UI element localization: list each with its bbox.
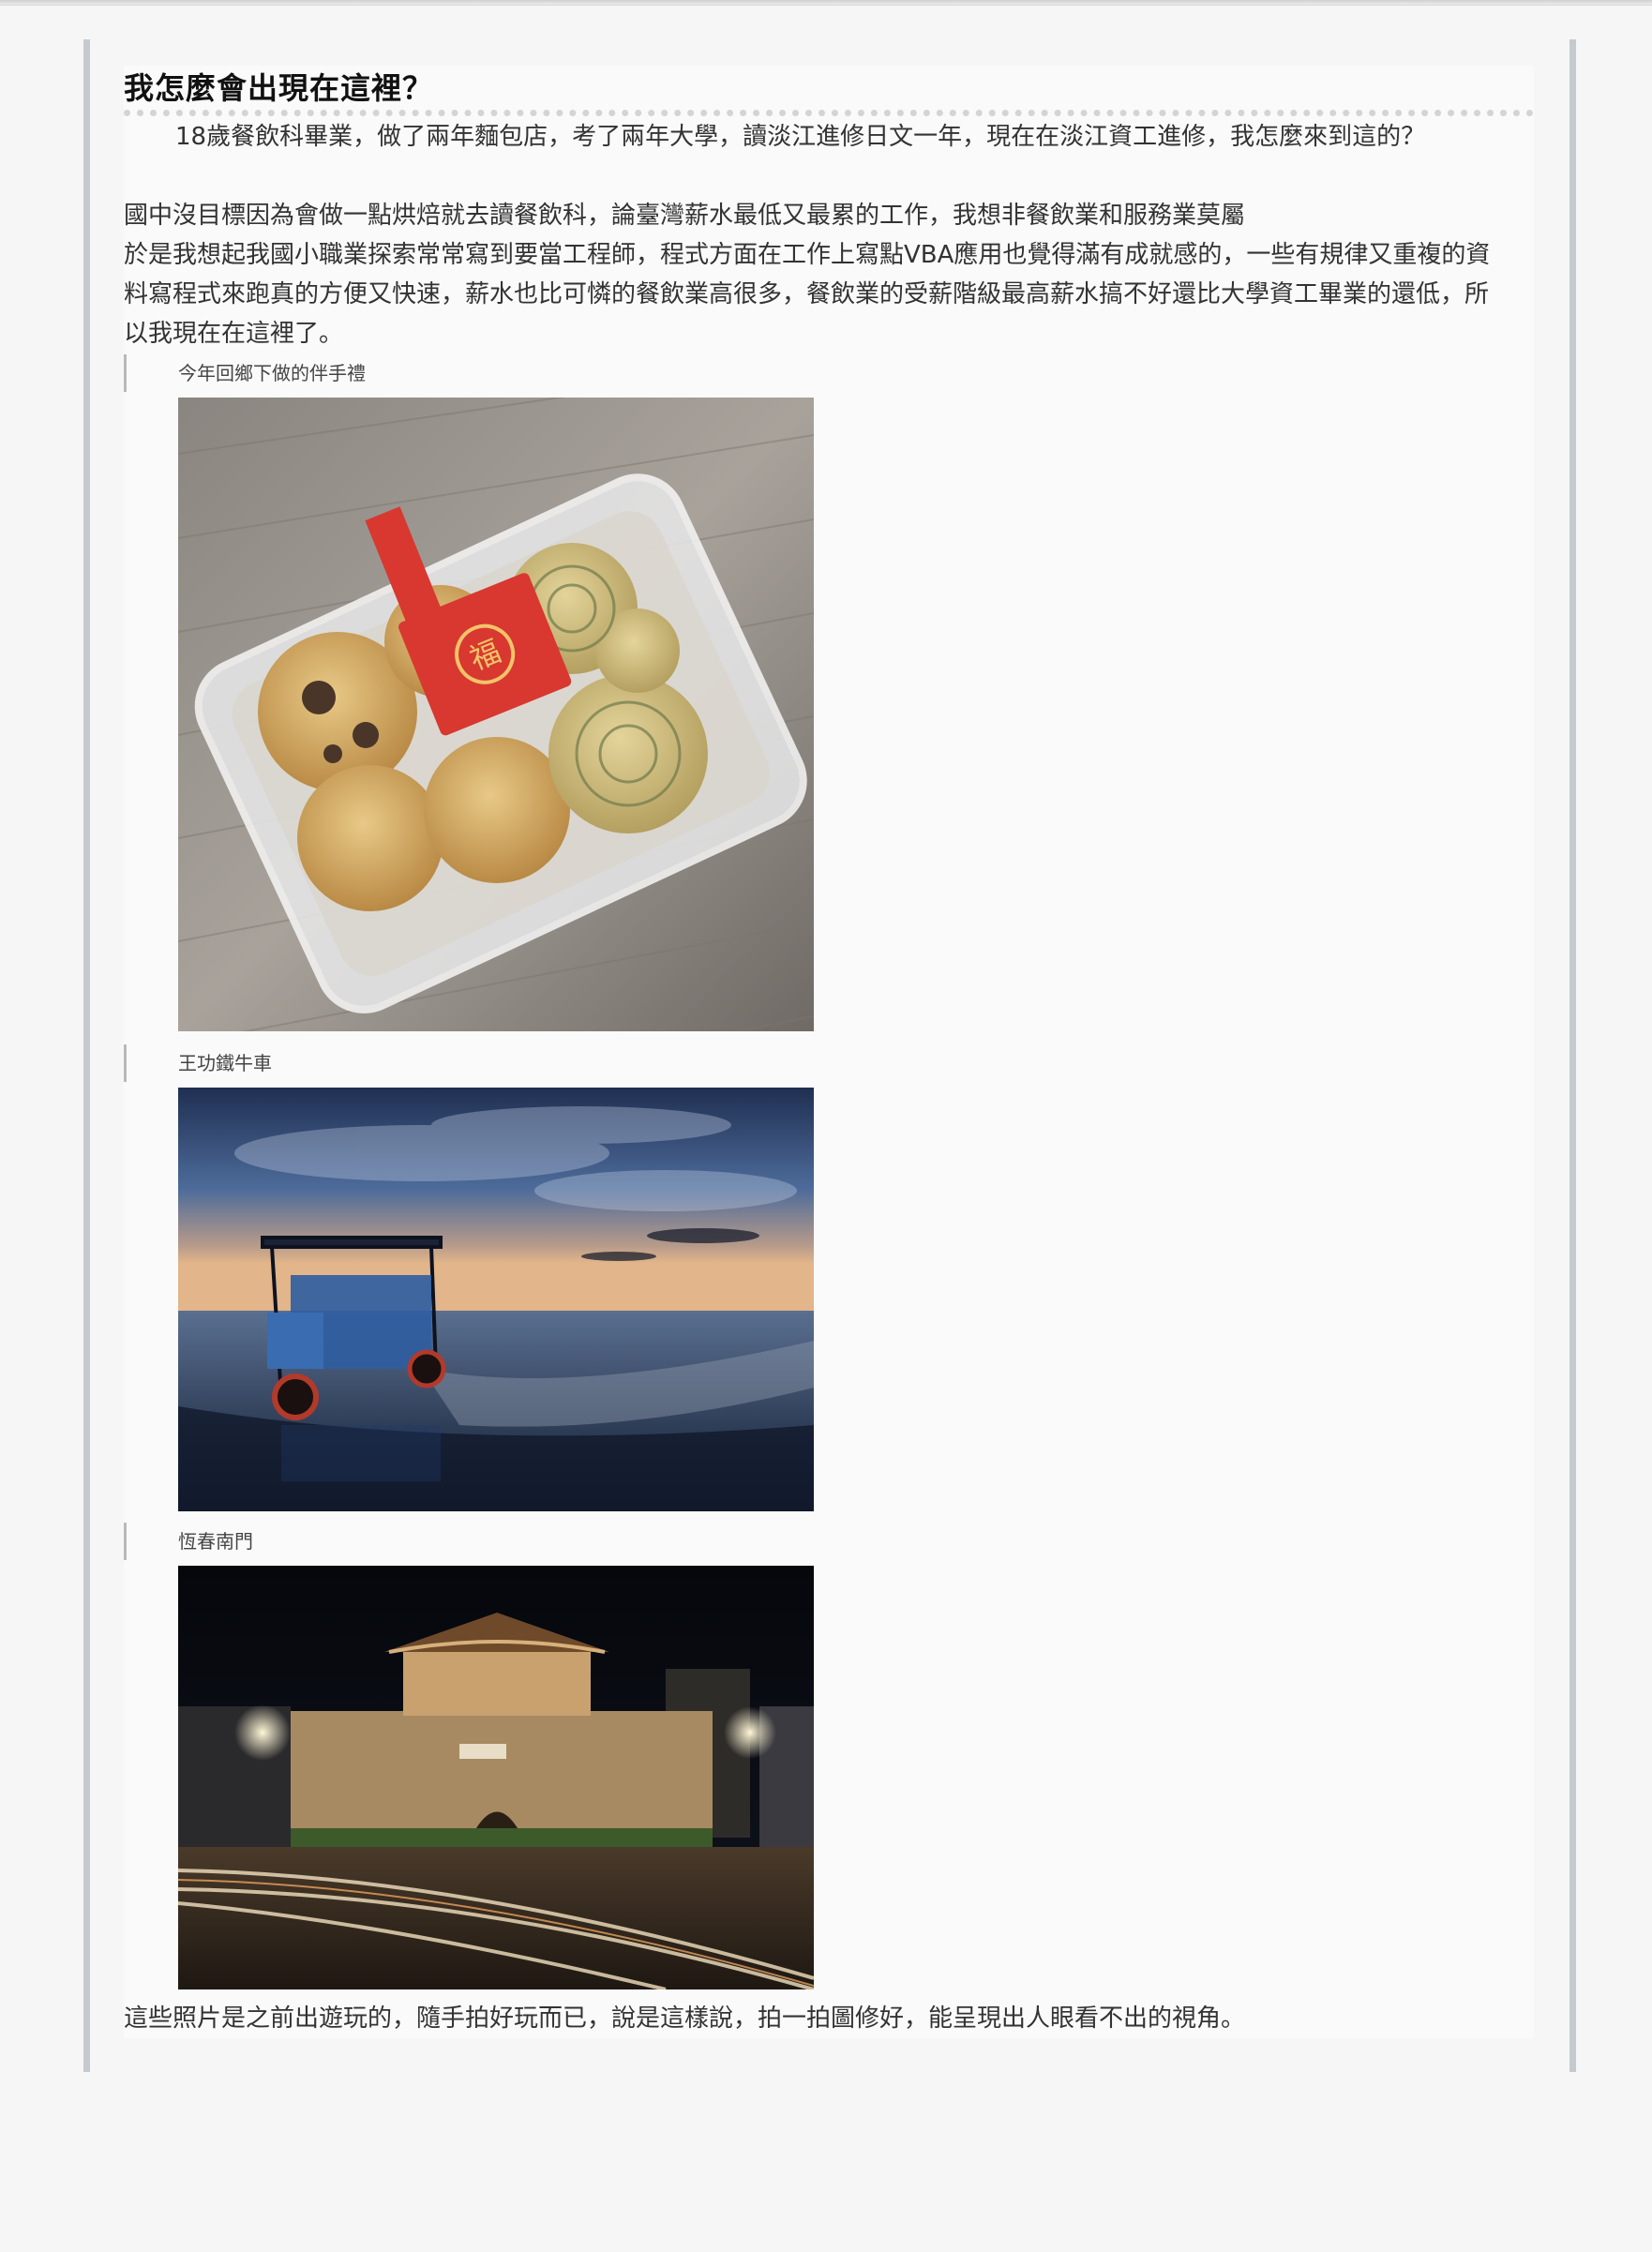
paragraph-engineer: 於是我想起我國小職業探索常常寫到要當工程師，程式方面在工作上寫點VBA應用也覺得…	[124, 241, 1491, 348]
figure-caption: 王功鐵牛車	[124, 1044, 272, 1082]
figure-caption: 今年回鄉下做的伴手禮	[124, 354, 366, 392]
paragraph-middle-school: 國中沒目標因為會做一點烘焙就去讀餐飲科，論臺灣薪水最低又最累的工作，我想非餐飲業…	[124, 202, 1246, 230]
article-content: 我怎麼會出現在這裡？ 18歲餐飲科畢業，做了兩年麵包店，考了兩年大學，讀淡江進修…	[124, 66, 1534, 2038]
cookies-photo[interactable]: 福	[178, 398, 814, 1031]
figure-caption: 恆春南門	[124, 1523, 253, 1560]
browser-top-edge	[0, 0, 1652, 6]
title-divider	[124, 110, 1534, 116]
tuk-tuk-photo[interactable]	[178, 1088, 814, 1511]
closing-paragraph: 這些照片是之前出遊玩的，隨手拍好玩而已，說是這樣說，拍一拍圖修好，能呈現出人眼看…	[124, 2004, 1246, 2033]
intro-paragraph: 18歲餐飲科畢業，做了兩年麵包店，考了兩年大學，讀淡江進修日文一年，現在在淡江資…	[175, 123, 1426, 151]
gate-photo[interactable]	[178, 1566, 814, 1989]
page-title: 我怎麼會出現在這裡？	[124, 70, 434, 106]
